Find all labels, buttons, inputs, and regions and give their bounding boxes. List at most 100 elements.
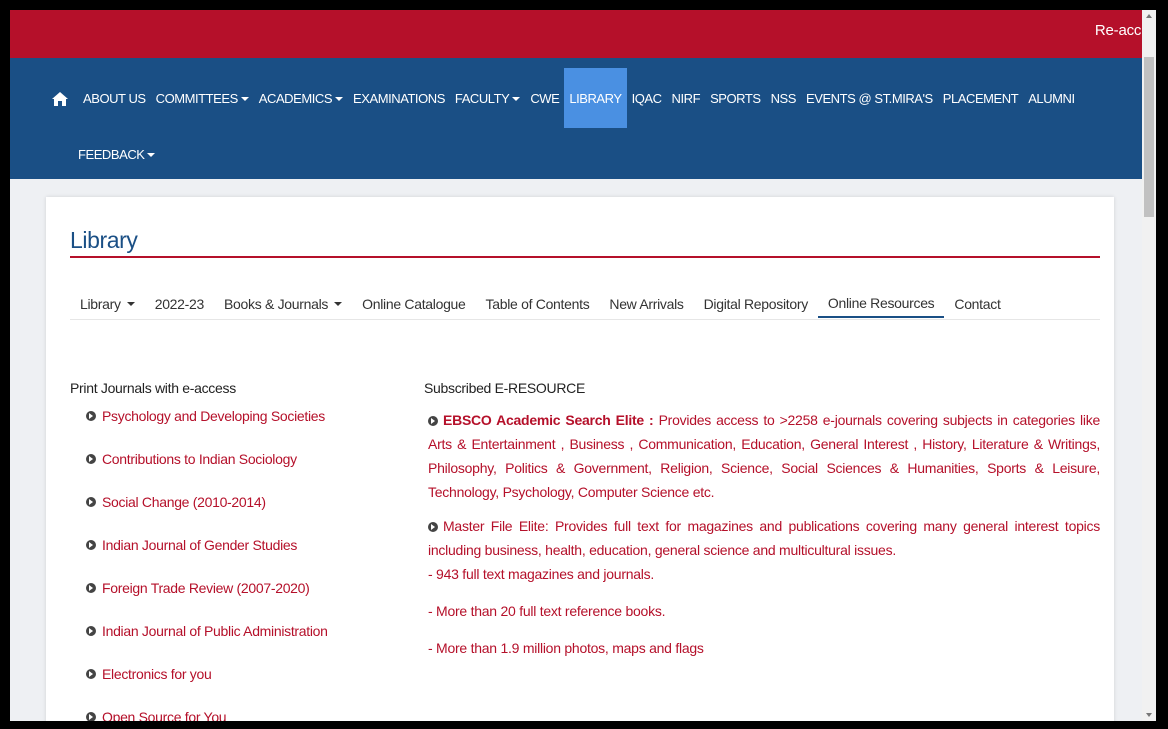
nav-item-label: ABOUT US: [83, 91, 146, 106]
chevron-circle-icon: [86, 540, 96, 550]
nav-item-feedback[interactable]: FEEDBACK: [73, 144, 160, 166]
caret-down-icon: [512, 97, 521, 101]
home-icon[interactable]: [52, 92, 68, 106]
e-resource-heading: Subscribed E-RESOURCE: [424, 380, 585, 396]
subnav-item-label: Books & Journals: [223, 296, 329, 312]
scroll-down-icon[interactable]: [1146, 713, 1152, 717]
master-file-resource: Master File Elite: Provides full text fo…: [424, 514, 1100, 562]
journal-link[interactable]: Contributions to Indian Sociology: [70, 451, 370, 494]
nav-row-1: ABOUT US COMMITTEES ACADEMICS EXAMINATIONS F…: [78, 68, 1080, 128]
nav-item-label: CWE: [530, 91, 560, 106]
nav-item-sports[interactable]: SPORTS: [705, 88, 766, 110]
nav-item-label: NIRF: [671, 91, 701, 106]
nav-item-nss[interactable]: NSS: [766, 88, 801, 110]
subnav-item-online-catalogue[interactable]: Online Catalogue: [352, 290, 475, 318]
nav-item-label: LIBRARY: [569, 91, 622, 106]
subnav-item-contact[interactable]: Contact: [944, 290, 1010, 318]
journal-list: Psychology and Developing Societies Contr…: [70, 408, 370, 721]
nav-item-cwe[interactable]: CWE: [525, 88, 564, 110]
top-bar: Re-accr: [10, 10, 1156, 58]
journal-link[interactable]: Electronics for you: [70, 666, 370, 709]
nav-item-label: NSS: [770, 91, 797, 106]
chevron-circle-icon: [428, 416, 438, 426]
subnav-divider: [70, 319, 1100, 320]
journal-title: Indian Journal of Gender Studies: [102, 537, 298, 553]
journal-title: Social Change (2010-2014): [102, 494, 266, 510]
subnav-item-label: Contact: [954, 296, 1001, 312]
caret-down-icon: [334, 302, 343, 306]
nav-item-label: FACULTY: [454, 91, 510, 106]
vertical-scrollbar[interactable]: [1142, 10, 1156, 721]
scroll-up-icon[interactable]: [1146, 14, 1152, 18]
ebsco-resource: EBSCO Academic Search Elite : Provides a…: [424, 408, 1100, 504]
caret-down-icon: [335, 97, 344, 101]
journal-title: Indian Journal of Public Administration: [102, 623, 328, 639]
subnav-item-label: Library: [80, 296, 121, 312]
subnav-item-books-journals[interactable]: Books & Journals: [214, 290, 352, 318]
nav-item-iqac[interactable]: IQAC: [627, 88, 667, 110]
caret-down-icon: [147, 153, 156, 157]
journal-link[interactable]: Foreign Trade Review (2007-2020): [70, 580, 370, 623]
subnav-item-library[interactable]: Library: [70, 290, 145, 318]
nav-item-events-st-mira-s[interactable]: EVENTS @ ST.MIRA'S: [801, 88, 938, 110]
subnav-item-digital-repository[interactable]: Digital Repository: [694, 290, 818, 318]
subnav-item-label: New Arrivals: [609, 296, 684, 312]
ebsco-link[interactable]: EBSCO Academic Search Elite :: [443, 412, 654, 428]
journal-title: Foreign Trade Review (2007-2020): [102, 580, 310, 596]
journal-link[interactable]: Social Change (2010-2014): [70, 494, 370, 537]
main-nav: ABOUT US COMMITTEES ACADEMICS EXAMINATIONS F…: [10, 58, 1156, 179]
page-title: Library: [70, 227, 138, 253]
nav-item-committees[interactable]: COMMITTEES: [151, 88, 254, 110]
chevron-circle-icon: [86, 411, 96, 421]
nav-item-label: SPORTS: [710, 91, 761, 106]
chevron-circle-icon: [86, 626, 96, 636]
reaccreditation-link[interactable]: Re-accr: [1095, 22, 1146, 39]
nav-item-label: COMMITTEES: [155, 91, 239, 106]
subnav-item-label: Online Catalogue: [362, 296, 466, 312]
nav-item-examinations[interactable]: EXAMINATIONS: [348, 88, 450, 110]
caret-down-icon: [126, 302, 135, 306]
nav-item-label: ACADEMICS: [258, 91, 333, 106]
subnav-item-table-of-contents[interactable]: Table of Contents: [476, 290, 600, 318]
journal-title: Open Source for You: [102, 709, 227, 721]
subnav-item-label: Online Resources: [827, 295, 935, 311]
chevron-circle-icon: [428, 522, 438, 532]
nav-item-alumni[interactable]: ALUMNI: [1023, 88, 1079, 110]
nav-item-faculty[interactable]: FACULTY: [450, 88, 525, 110]
resource-detail-line: - More than 20 full text reference books…: [428, 603, 666, 619]
subnav-item-new-arrivals[interactable]: New Arrivals: [599, 290, 693, 318]
journal-link[interactable]: Indian Journal of Public Administration: [70, 623, 370, 666]
nav-item-placement[interactable]: PLACEMENT: [938, 88, 1023, 110]
nav-item-academics[interactable]: ACADEMICS: [254, 88, 348, 110]
print-journals-section: Print Journals with e-access Psychology …: [70, 380, 370, 721]
chevron-circle-icon: [86, 712, 96, 721]
journal-link[interactable]: Indian Journal of Gender Studies: [70, 537, 370, 580]
journal-link[interactable]: Psychology and Developing Societies: [70, 408, 370, 451]
chevron-circle-icon: [86, 497, 96, 507]
caret-down-icon: [240, 97, 249, 101]
library-subnav: Library 2022-23 Books & Journals Online Cat…: [70, 290, 1011, 318]
nav-item-label: PLACEMENT: [942, 91, 1019, 106]
journal-link[interactable]: Open Source for You: [70, 709, 370, 721]
nav-item-label: FEEDBACK: [78, 147, 145, 162]
nav-item-label: ALUMNI: [1028, 91, 1075, 106]
subnav-item-label: Table of Contents: [485, 296, 590, 312]
nav-item-library[interactable]: LIBRARY: [564, 68, 627, 128]
scrollbar-thumb[interactable]: [1144, 57, 1154, 217]
nav-item-about-us[interactable]: ABOUT US: [78, 88, 151, 110]
subnav-item-label: Digital Repository: [703, 296, 809, 312]
subnav-item-label: 2022-23: [154, 296, 205, 312]
e-resource-section: Subscribed E-RESOURCE EBSCO Academic Sea…: [424, 380, 1100, 660]
resource-detail-line: - More than 1.9 million photos, maps and…: [428, 640, 704, 656]
title-divider: [70, 256, 1100, 258]
journal-title: Psychology and Developing Societies: [102, 408, 325, 424]
chevron-circle-icon: [86, 583, 96, 593]
library-card: Library Library 2022-23 Books & Journals On…: [46, 197, 1114, 721]
master-file-description: Master File Elite: Provides full text fo…: [428, 518, 1100, 558]
subnav-item-online-resources[interactable]: Online Resources: [817, 290, 945, 318]
print-journals-heading: Print Journals with e-access: [70, 380, 236, 396]
chevron-circle-icon: [86, 454, 96, 464]
subnav-item-2022-23[interactable]: 2022-23: [145, 290, 214, 318]
page: Re-accr ABOUT US COMMITTEES ACADEMICS EXAMI…: [10, 10, 1156, 721]
nav-item-nirf[interactable]: NIRF: [667, 88, 706, 110]
